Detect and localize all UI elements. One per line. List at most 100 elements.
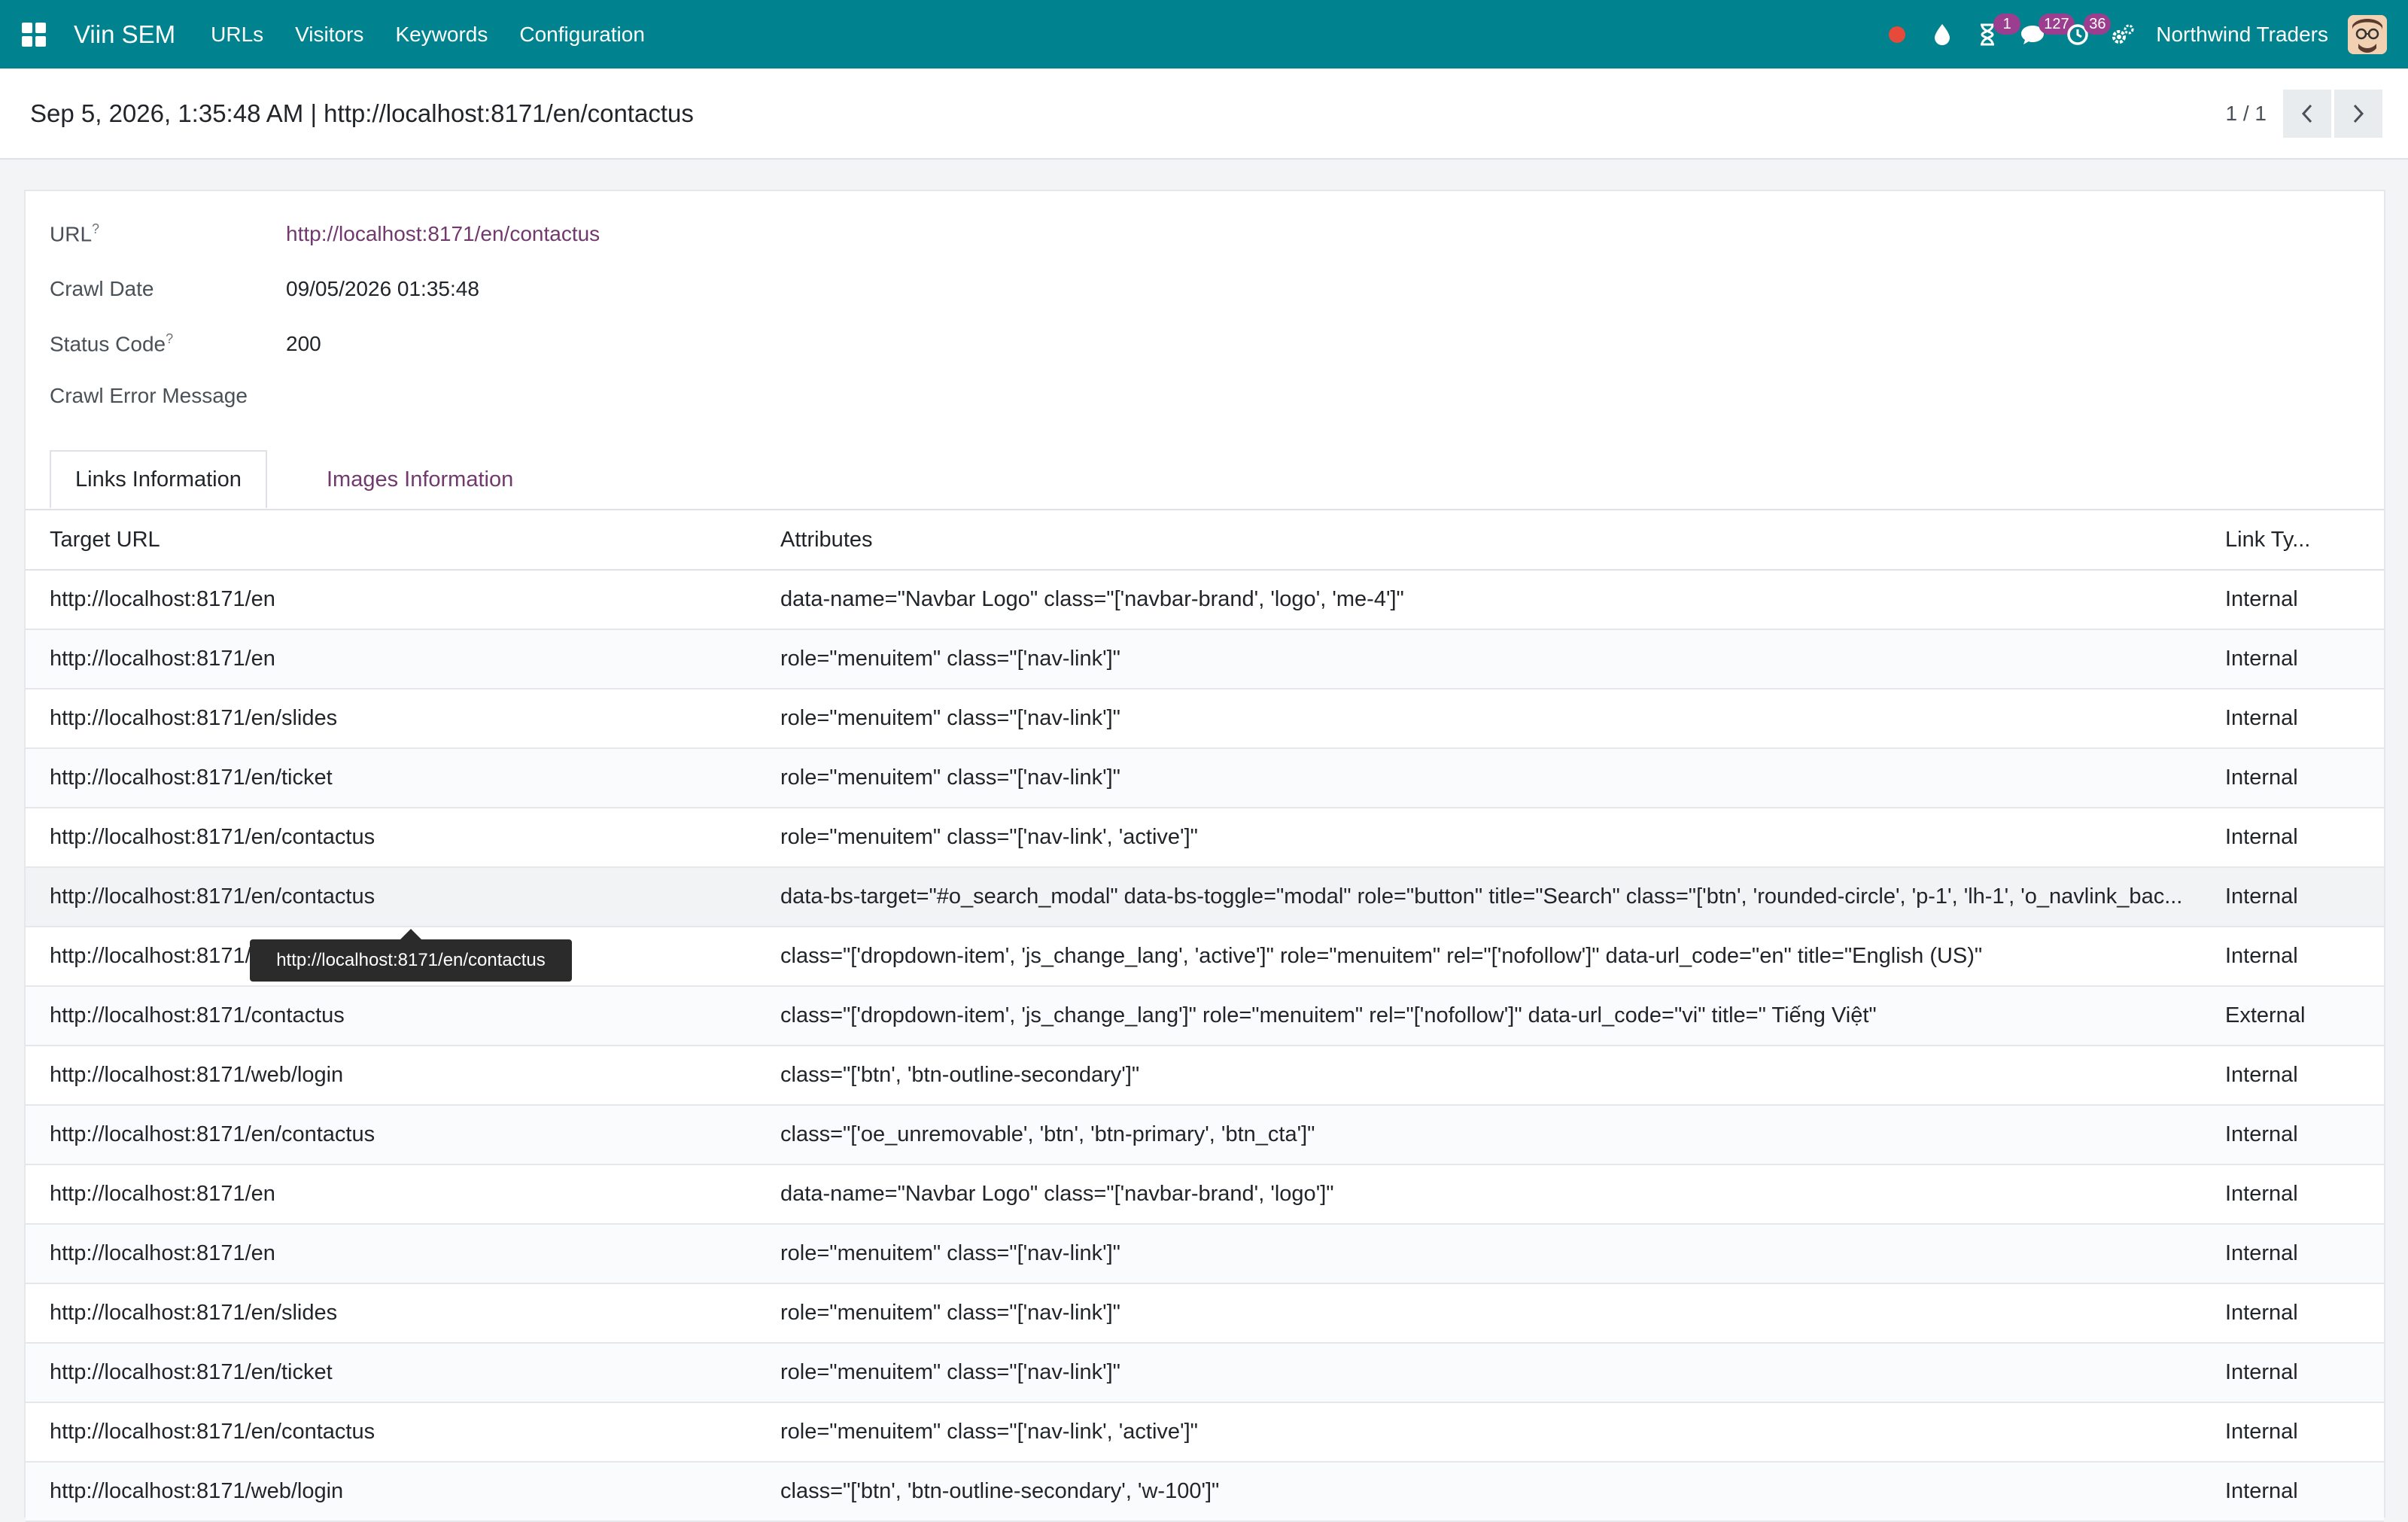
url-value-link[interactable]: http://localhost:8171/en/contactus	[286, 222, 600, 246]
cell-link-type: Internal	[2225, 587, 2298, 611]
column-header-target-url[interactable]: Target URL	[26, 528, 780, 552]
cell-link-type: Internal	[2225, 1182, 2298, 1206]
cell-link-type: Internal	[2225, 1122, 2298, 1146]
cell-attributes: role="menuitem" class="['nav-link', 'act…	[780, 825, 1198, 849]
apps-menu-button[interactable]	[17, 17, 51, 52]
table-row[interactable]: http://localhost:8171/en role="menuitem"…	[26, 630, 2384, 689]
cell-attributes: role="menuitem" class="['nav-link']"	[780, 647, 1120, 671]
table-row[interactable]: http://localhost:8171/en/contactus role=…	[26, 1403, 2384, 1463]
cell-target-url: http://localhost:8171/en/contactus	[50, 884, 375, 909]
cell-link-type: Internal	[2225, 706, 2298, 730]
table-row[interactable]: http://localhost:8171/en data-name="Navb…	[26, 1165, 2384, 1225]
notebook-tabs: Links Information Images Information	[26, 450, 2384, 510]
crawl-date-field: Crawl Date 09/05/2026 01:35:48	[50, 277, 479, 301]
cell-link-type: Internal	[2225, 766, 2298, 790]
cell-target-url: http://localhost:8171/en/slides	[50, 706, 338, 730]
cell-attributes: role="menuitem" class="['nav-link', 'act…	[780, 1420, 1198, 1444]
pager-next-button[interactable]	[2334, 89, 2382, 138]
main-menu: URLs Visitors Keywords Configuration	[195, 23, 661, 47]
cell-target-url: http://localhost:8171/en/contactus	[50, 1122, 375, 1146]
cell-attributes: class="['btn', 'btn-outline-secondary', …	[780, 1479, 1220, 1503]
cell-link-type: Internal	[2225, 1301, 2298, 1325]
cell-attributes: role="menuitem" class="['nav-link']"	[780, 1360, 1120, 1384]
app-brand[interactable]: Viin SEM	[74, 20, 175, 49]
cell-target-url: http://localhost:8171/web/login	[50, 1479, 344, 1503]
settings-button[interactable]	[2100, 0, 2145, 68]
systray: 1 127 36 Northwind Traders	[1874, 0, 2408, 68]
cell-target-url: http://localhost:8171/en/contactus	[50, 825, 375, 849]
cell-target-url: http://localhost:8171/contactus	[50, 1003, 345, 1027]
cell-link-type: Internal	[2225, 1241, 2298, 1265]
status-code-help-tooltip[interactable]: ?	[166, 331, 173, 346]
table-row[interactable]: http://localhost:8171/en/contactus class…	[26, 1106, 2384, 1165]
cell-attributes: role="menuitem" class="['nav-link']"	[780, 1241, 1120, 1265]
cell-target-url: http://localhost:8171/en	[50, 647, 275, 671]
crawl-error-field: Crawl Error Message	[50, 384, 286, 408]
url-label: URL?	[50, 221, 100, 246]
links-table: Target URL Attributes Link Ty... http://…	[26, 510, 2384, 1522]
table-row[interactable]: http://localhost:8171/en/ticket role="me…	[26, 1344, 2384, 1403]
cell-attributes: class="['dropdown-item', 'js_change_lang…	[780, 944, 1983, 968]
gears-icon	[2112, 24, 2134, 44]
menu-configuration[interactable]: Configuration	[503, 23, 661, 47]
cell-link-type: Internal	[2225, 944, 2298, 968]
messages-button[interactable]: 127	[2010, 0, 2075, 68]
cell-link-type: Internal	[2225, 1479, 2298, 1503]
table-row[interactable]: http://localhost:8171/en/contactus data-…	[26, 868, 2384, 927]
menu-keywords[interactable]: Keywords	[379, 23, 503, 47]
status-code-field: Status Code? 200	[50, 331, 321, 356]
crawl-date-value: 09/05/2026 01:35:48	[286, 277, 479, 300]
table-row[interactable]: http://localhost:8171/en/contactus role=…	[26, 808, 2384, 868]
form-sheet: URL? http://localhost:8171/en/contactus …	[24, 190, 2385, 1522]
cell-attributes: class="['btn', 'btn-outline-secondary']"	[780, 1063, 1140, 1087]
table-row[interactable]: http://localhost:8171/contactus class="[…	[26, 987, 2384, 1046]
pager-previous-button[interactable]	[2283, 89, 2331, 138]
cell-target-url: http://localhost:8171/en	[50, 587, 275, 611]
column-header-link-type[interactable]: Link Ty...	[2225, 528, 2376, 552]
url-help-tooltip[interactable]: ?	[92, 221, 99, 236]
chevron-left-icon	[2301, 104, 2312, 123]
tab-images-information[interactable]: Images Information	[303, 450, 537, 509]
cell-link-type: Internal	[2225, 1420, 2298, 1444]
table-row[interactable]: http://localhost:8171/en/slides role="me…	[26, 1284, 2384, 1344]
cell-attributes: class="['oe_unremovable', 'btn', 'btn-pr…	[780, 1122, 1315, 1146]
cell-attributes: role="menuitem" class="['nav-link']"	[780, 766, 1120, 790]
cell-link-type: External	[2225, 1003, 2306, 1027]
water-drop-icon	[1935, 23, 1950, 45]
column-header-attributes[interactable]: Attributes	[780, 528, 2225, 552]
avatar-face-icon	[2348, 14, 2387, 54]
table-row[interactable]: http://localhost:8171/en data-name="Navb…	[26, 571, 2384, 630]
water-drop-button[interactable]	[1920, 0, 1965, 68]
company-switcher[interactable]: Northwind Traders	[2156, 23, 2328, 47]
record-dot-icon	[1889, 26, 1906, 43]
table-row[interactable]: http://localhost:8171/web/login class="[…	[26, 1463, 2384, 1522]
activity-button[interactable]: 1	[1965, 0, 2021, 68]
menu-visitors[interactable]: Visitors	[279, 23, 379, 47]
cell-link-type: Internal	[2225, 647, 2298, 671]
record-button[interactable]	[1874, 0, 1920, 68]
cell-attributes: role="menuitem" class="['nav-link']"	[780, 1301, 1120, 1325]
cell-link-type: Internal	[2225, 1360, 2298, 1384]
status-code-value: 200	[286, 332, 321, 356]
cell-link-type: Internal	[2225, 1063, 2298, 1087]
cell-link-type: Internal	[2225, 825, 2298, 849]
cell-attributes: data-bs-target="#o_search_modal" data-bs…	[780, 884, 2183, 909]
pager-value[interactable]: 1 / 1	[2226, 102, 2267, 126]
table-row[interactable]: http://localhost:8171/en/ticket role="me…	[26, 749, 2384, 808]
cell-attributes: data-name="Navbar Logo" class="['navbar-…	[780, 1182, 1334, 1206]
cell-link-type: Internal	[2225, 884, 2298, 909]
cell-target-url: http://localhost:8171/en/contactus	[50, 1420, 375, 1444]
tab-links-information[interactable]: Links Information	[50, 450, 267, 509]
table-row[interactable]: http://localhost:8171/web/login class="[…	[26, 1046, 2384, 1106]
chevron-right-icon	[2353, 104, 2364, 123]
crawl-error-label: Crawl Error Message	[50, 384, 248, 407]
cell-target-url: http://localhost:8171/en/ticket	[50, 1360, 333, 1384]
apps-grid-icon	[22, 22, 46, 47]
status-code-label: Status Code?	[50, 331, 174, 356]
table-row[interactable]: http://localhost:8171/en/slides role="me…	[26, 689, 2384, 749]
clock-button[interactable]: 36	[2055, 0, 2112, 68]
user-avatar[interactable]	[2348, 14, 2387, 54]
control-panel: Sep 5, 2026, 1:35:48 AM | http://localho…	[0, 68, 2408, 160]
table-row[interactable]: http://localhost:8171/en role="menuitem"…	[26, 1225, 2384, 1284]
menu-urls[interactable]: URLs	[195, 23, 279, 47]
